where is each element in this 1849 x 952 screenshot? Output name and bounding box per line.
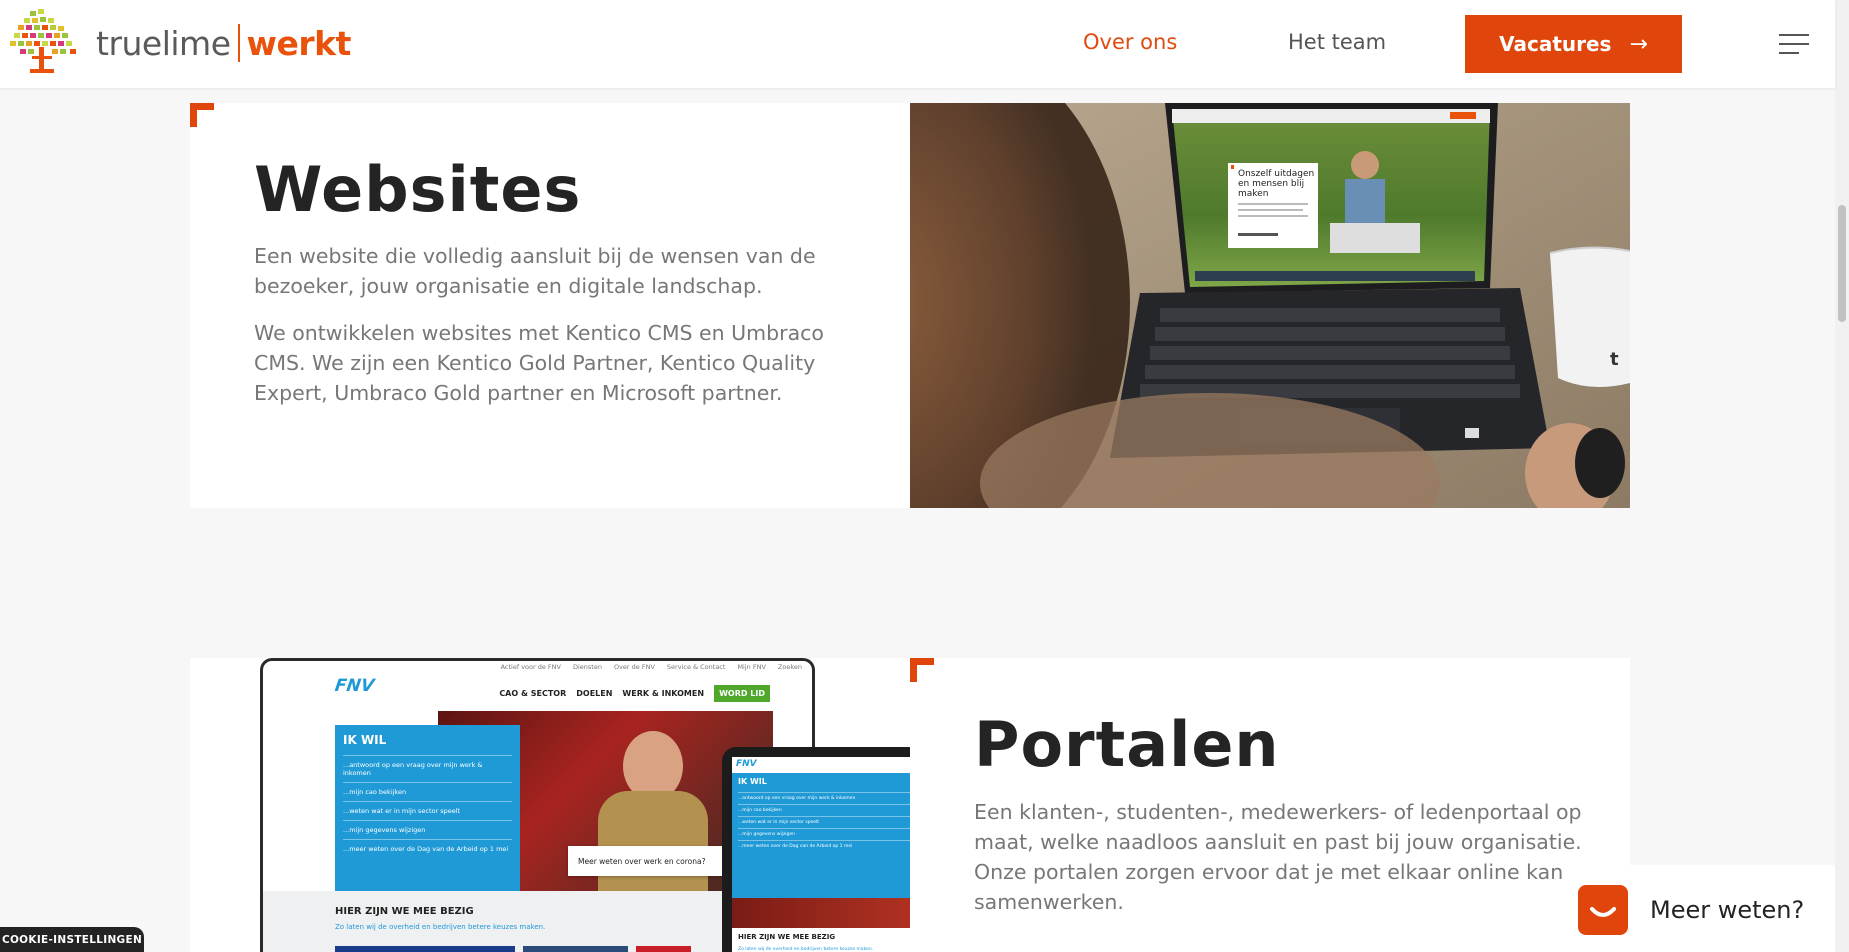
corner-accent xyxy=(910,658,934,682)
laptop-photo: Onszelf uitdagen en mensen blij maken t xyxy=(910,103,1630,508)
tablet-panel: IK WIL ...antwoord op een vraag over mij… xyxy=(732,773,910,898)
portalen-description: Een klanten-, studenten-, medewerkers- o… xyxy=(974,800,1582,914)
laptop-photo-illustration: Onszelf uitdagen en mensen blij maken t xyxy=(910,103,1630,508)
tablet-panel-item: ...mijn gegevens wijzigen xyxy=(738,828,910,840)
ik-wil-panel: IK WIL ...antwoord op een vraag over mij… xyxy=(335,725,520,895)
mockup-toplinks: Actief voor de FNV Diensten Over de FNV … xyxy=(501,663,802,671)
ik-wil-item[interactable]: ...weten wat er in mijn sector speelt xyxy=(343,801,512,820)
svg-text:t: t xyxy=(1610,349,1619,370)
tablet-hero xyxy=(732,898,910,928)
websites-description: We ontwikkelen websites met Kentico CMS … xyxy=(254,321,824,405)
mockup-section-sub: Zo laten wij de overheid en bedrijven be… xyxy=(335,923,546,931)
truelime-logo[interactable]: truelime werkt xyxy=(10,8,351,78)
mockup-toplink: Zoeken xyxy=(777,663,802,671)
ik-wil-item[interactable]: ...meer weten over de Dag van de Arbeid … xyxy=(343,839,512,858)
logo-divider xyxy=(237,24,240,62)
mockup-toplink: Service & Contact xyxy=(666,663,726,671)
mockup-toplink: Mijn FNV xyxy=(737,663,766,671)
mockup-menu-item: CAO & SECTOR xyxy=(499,689,567,698)
scrollbar-thumb[interactable] xyxy=(1838,205,1846,322)
tablet-panel-item: ...mijn cao bekijken xyxy=(738,804,910,816)
tablet-panel-item: ...weten wat er in mijn sector speelt xyxy=(738,816,910,828)
tablet-panel-item: ...meer weten over de Dag van de Arbeid … xyxy=(738,840,910,852)
mockup-toplink: Actief voor de FNV xyxy=(500,663,561,671)
logo-part-truelime: truelime xyxy=(96,23,231,63)
websites-title: Websites xyxy=(254,153,582,226)
logo-part-werkt: werkt xyxy=(246,23,352,63)
chat-widget[interactable]: Meer weten? xyxy=(1562,865,1835,952)
mockup-tiles xyxy=(335,946,691,952)
tree-logo-icon xyxy=(10,9,76,73)
ik-wil-item[interactable]: ...antwoord op een vraag over mijn werk … xyxy=(343,755,512,782)
cookie-settings-button[interactable]: COOKIE-INSTELLINGEN xyxy=(0,927,144,952)
nav-over-ons[interactable]: Over ons xyxy=(1083,30,1177,54)
vacatures-label: Vacatures xyxy=(1499,32,1612,56)
vacatures-button[interactable]: Vacatures → xyxy=(1465,15,1682,73)
tablet-panel-item: ...antwoord op een vraag over mijn werk … xyxy=(738,792,910,804)
tablet-section-title: HIER ZIJN WE MEE BEZIG xyxy=(738,933,836,941)
logo-wordmark: truelime werkt xyxy=(96,24,351,63)
tablet-panel-title: IK WIL xyxy=(738,777,767,786)
nav-het-team[interactable]: Het team xyxy=(1288,30,1386,54)
ik-wil-title: IK WIL xyxy=(343,733,387,747)
mockup-menu-item: WERK & INKOMEN xyxy=(622,689,705,698)
corona-card[interactable]: Meer weten over werk en corona? xyxy=(568,846,728,876)
site-header: truelime werkt Over ons Het team Vacatur… xyxy=(0,0,1835,88)
ik-wil-item[interactable]: ...mijn gegevens wijzigen xyxy=(343,820,512,839)
portalen-mockup-card: Actief voor de FNV Diensten Over de FNV … xyxy=(190,658,910,952)
mockup-word-lid: WORD LID xyxy=(714,685,770,702)
arrow-right-icon: → xyxy=(1629,31,1648,57)
mockup-toplink: Diensten xyxy=(572,663,602,671)
firefighter-jacket xyxy=(598,791,708,891)
mockup-menu-item: DOELEN xyxy=(576,689,613,698)
svg-text:en mensen blij: en mensen blij xyxy=(1238,179,1304,189)
svg-text:maken: maken xyxy=(1238,189,1268,199)
tablet-section-sub: Zo laten wij de overheid en bedrijven be… xyxy=(738,947,874,952)
websites-intro: Een website die volledig aansluit bij de… xyxy=(254,244,816,298)
portalen-title: Portalen xyxy=(974,708,1280,781)
mockup-section-title: HIER ZIJN WE MEE BEZIG xyxy=(335,906,474,917)
tablet-fnv-logo: FNV xyxy=(736,759,757,769)
chat-bubble-icon xyxy=(1578,885,1628,935)
svg-text:Onszelf uitdagen: Onszelf uitdagen xyxy=(1238,169,1314,179)
ik-wil-item[interactable]: ...mijn cao bekijken xyxy=(343,782,512,801)
chat-label: Meer weten? xyxy=(1650,896,1805,924)
corner-accent xyxy=(190,103,214,127)
portalen-card: Portalen Een klanten-, studenten-, medew… xyxy=(910,658,1630,952)
hamburger-menu-icon[interactable] xyxy=(1779,34,1809,54)
websites-card: Websites Een website die volledig aanslu… xyxy=(190,103,910,508)
mockup-menu: CAO & SECTOR DOELEN WERK & INKOMEN WORD … xyxy=(499,685,770,702)
fnv-logo: FNV xyxy=(333,676,376,696)
page-scrollbar[interactable] xyxy=(1835,0,1849,952)
tablet-mockup: FNV IK WIL ...antwoord op een vraag over… xyxy=(722,747,910,952)
mockup-toplink: Over de FNV xyxy=(613,663,655,671)
